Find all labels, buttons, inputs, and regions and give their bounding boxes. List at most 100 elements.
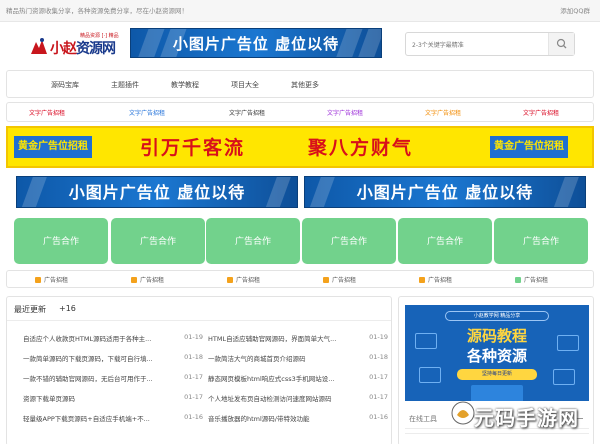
search-input[interactable] <box>412 38 542 52</box>
list-item-date: 01-19 <box>369 333 388 341</box>
list-item[interactable]: 个人地址发布页自动检测访问速度网站源码 01-17 <box>208 393 388 413</box>
list-item-title[interactable]: 一款简洁大气的商城首页介绍源码 <box>208 353 358 363</box>
watermark-text: 元码手游网 <box>474 406 579 430</box>
text-ad-link[interactable]: 文字广告招租 <box>29 108 65 117</box>
recent-updates-header: 最近更新 +16 <box>7 297 391 321</box>
watermark-logo-icon <box>451 401 475 425</box>
nav-item-themes-plugins[interactable]: 主题插件 <box>111 80 139 90</box>
small-ad-link[interactable]: 广告招租 <box>419 275 452 284</box>
green-ad-tile[interactable]: 广告合作 <box>111 218 205 264</box>
text-ads-row: 文字广告招租 文字广告招租 文字广告招租 文字广告招租 文字广告招租 文字广告招… <box>6 102 594 122</box>
ad-square-icon <box>323 277 329 283</box>
list-item[interactable]: HTML自适应辅助官网源码，界面简单大气... 01-19 <box>208 333 388 353</box>
top-bar: 精品热门资源收集分享，各种资源免费分享，尽在小赵资源网！ 添加QQ群 <box>0 0 600 22</box>
green-ad-label: 广告合作 <box>522 237 559 247</box>
recent-updates-panel: 最近更新 +16 自适应个人收款页HTML源码适用于各种主... 01-19 一款… <box>6 296 392 444</box>
green-ad-tile[interactable]: 广告合作 <box>206 218 300 264</box>
ad-square-icon <box>515 277 521 283</box>
promo-line-1: 源码教程 <box>466 327 527 345</box>
list-item-title[interactable]: 一款不错的辅助官网源码，无后台可用作于... <box>23 373 173 383</box>
sidebar-divider <box>405 433 589 444</box>
small-ad-link[interactable]: 广告招租 <box>323 275 356 284</box>
text-ad-link[interactable]: 文字广告招租 <box>523 108 559 117</box>
green-ad-tile[interactable]: 广告合作 <box>302 218 396 264</box>
small-ad-label: 广告招租 <box>332 277 357 284</box>
text-ad-link[interactable]: 文字广告招租 <box>327 108 363 117</box>
decor-screen <box>553 369 575 385</box>
nav-item-tutorials[interactable]: 教学教程 <box>171 80 199 90</box>
text-ad-link[interactable]: 文字广告招租 <box>425 108 461 117</box>
list-item[interactable]: 自适应个人收款页HTML源码适用于各种主... 01-19 <box>23 333 203 353</box>
recent-updates-title: 最近更新 <box>14 305 46 314</box>
list-item-date: 01-17 <box>184 393 203 401</box>
recent-updates-count: +16 <box>59 304 76 313</box>
ad-banner-right[interactable]: 小图片广告位 虚位以待 <box>304 176 586 208</box>
list-item-title[interactable]: 自适应个人收款页HTML源码适用于各种主... <box>23 333 173 343</box>
list-item[interactable]: 轻量级APP下载页源码+自适应手机端+不... 01-16 <box>23 413 203 433</box>
list-item-title[interactable]: 个人地址发布页自动检测访问速度网站源码 <box>208 393 358 403</box>
small-ad-link[interactable]: 广告招租 <box>515 275 548 284</box>
list-item-title[interactable]: 音乐播放器的html源码/带特效功能 <box>208 413 358 423</box>
ad-banner-right-text: 小图片广告位 虚位以待 <box>356 183 534 202</box>
small-ad-link[interactable]: 广告招租 <box>35 275 68 284</box>
list-item-title[interactable]: 一款简单源码的下载页源码，下载可自行填... <box>23 353 173 363</box>
nav-item-more[interactable]: 其他更多 <box>291 80 319 90</box>
gold-ad-slogan-right: 聚八方财气 <box>308 137 414 159</box>
ad-banner-left[interactable]: 小图片广告位 虚位以待 <box>16 176 298 208</box>
list-item-date: 01-16 <box>369 413 388 421</box>
green-ad-tile[interactable]: 广告合作 <box>494 218 588 264</box>
list-item-date: 01-17 <box>184 373 203 381</box>
list-item[interactable]: 一款简洁大气的商城首页介绍源码 01-18 <box>208 353 388 373</box>
list-item[interactable]: 一款不错的辅助官网源码，无后台可用作于... 01-17 <box>23 373 203 393</box>
ad-square-icon <box>419 277 425 283</box>
add-qq-group-link[interactable]: 添加QQ群 <box>560 5 590 15</box>
list-item-date: 01-18 <box>184 353 203 361</box>
gold-ad-banner[interactable]: 黄金广告位招租 引万千客流 聚八方财气 黄金广告位招租 <box>6 126 594 168</box>
green-ad-label: 广告合作 <box>426 237 463 247</box>
small-ad-link[interactable]: 广告招租 <box>227 275 260 284</box>
list-item[interactable]: 静态网页模板html响应式css3手机网站设... 01-17 <box>208 373 388 393</box>
search-button[interactable] <box>548 33 574 55</box>
small-ad-label: 广告招租 <box>428 277 453 284</box>
header-ad-text: 小图片广告位 虚位以待 <box>172 35 340 53</box>
green-ad-tile[interactable]: 广告合作 <box>398 218 492 264</box>
ad-square-icon <box>227 277 233 283</box>
promo-cta: 坚持每日更新 <box>457 369 537 380</box>
header-ad-banner[interactable]: 小图片广告位 虚位以待 <box>130 28 382 58</box>
list-item-title[interactable]: 静态网页模板html响应式css3手机网站设... <box>208 373 358 383</box>
green-ad-label: 广告合作 <box>42 237 79 247</box>
search-box <box>405 32 575 56</box>
updates-column-right: HTML自适应辅助官网源码，界面简单大气... 01-19 一款简洁大气的商城首页… <box>208 333 388 433</box>
sidebar-promo-banner[interactable]: 小赵教学网 精品分享 源码教程 各种资源 坚持每日更新 <box>405 305 589 401</box>
gold-ad-badge-left: 黄金广告位招租 <box>14 136 92 158</box>
ad-square-icon <box>131 277 137 283</box>
green-ad-tile[interactable]: 广告合作 <box>14 218 108 264</box>
logo-text: 小赵资源网 <box>50 38 116 58</box>
small-ads-row: 广告招租 广告招租 广告招租 广告招租 广告招租 广告招租 <box>6 270 594 288</box>
main-nav: 源码宝库 主题插件 教学教程 项目大全 其他更多 <box>6 70 594 98</box>
text-ad-link[interactable]: 文字广告招租 <box>129 108 165 117</box>
site-header: 精品资源 [·] 精品 小赵资源网 小图片广告位 虚位以待 <box>0 22 600 68</box>
text-ad-link[interactable]: 文字广告招租 <box>229 108 265 117</box>
list-item-title[interactable]: 资源下载单页源码 <box>23 393 173 403</box>
small-ad-link[interactable]: 广告招租 <box>131 275 164 284</box>
list-item-title[interactable]: 轻量级APP下载页源码+自适应手机端+不... <box>23 413 173 423</box>
promo-line-2: 各种资源 <box>466 347 527 365</box>
green-ad-label: 广告合作 <box>139 237 176 247</box>
list-item[interactable]: 音乐播放器的html源码/带特效功能 01-16 <box>208 413 388 433</box>
list-item-date: 01-17 <box>369 393 388 401</box>
online-tools-title: 在线工具 <box>409 415 437 423</box>
logo-text-blue: 资源网 <box>76 41 116 57</box>
green-ad-label: 广告合作 <box>234 237 271 247</box>
list-item[interactable]: 一款简单源码的下载页源码，下载可自行填... 01-18 <box>23 353 203 373</box>
gold-ad-slogan-left: 引万千客流 <box>140 137 246 159</box>
promo-illustration <box>471 385 523 401</box>
site-logo[interactable]: 精品资源 [·] 精品 小赵资源网 <box>28 32 120 62</box>
list-item-date: 01-18 <box>369 353 388 361</box>
nav-item-source-code[interactable]: 源码宝库 <box>51 80 79 90</box>
list-item-title[interactable]: HTML自适应辅助官网源码，界面简单大气... <box>208 333 358 343</box>
logo-emblem-icon <box>31 38 47 54</box>
nav-item-projects[interactable]: 项目大全 <box>231 80 259 90</box>
decor-screen <box>419 367 441 383</box>
list-item[interactable]: 资源下载单页源码 01-17 <box>23 393 203 413</box>
